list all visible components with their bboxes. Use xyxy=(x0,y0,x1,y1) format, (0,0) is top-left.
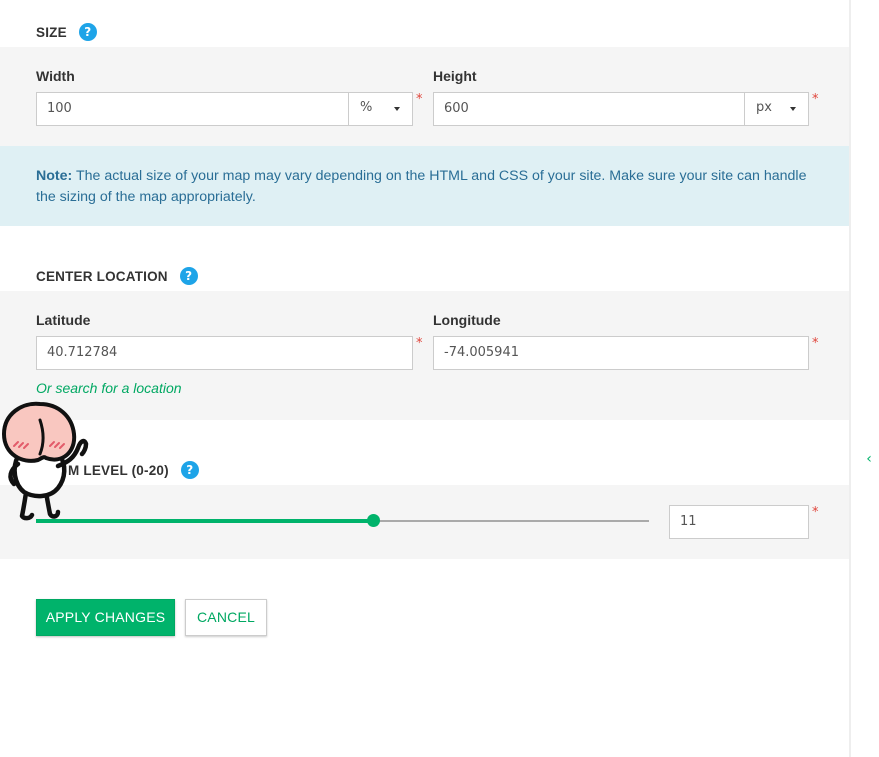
height-label: Height xyxy=(433,68,477,84)
size-heading-text: SIZE xyxy=(36,24,67,40)
height-unit-select[interactable]: px xyxy=(744,92,808,126)
center-section-heading: CENTER LOCATION ? xyxy=(36,267,198,285)
width-label: Width xyxy=(36,68,75,84)
panel-divider xyxy=(849,0,851,757)
center-heading-text: CENTER LOCATION xyxy=(36,268,168,284)
zoom-slider-track[interactable] xyxy=(36,514,649,527)
zoom-input[interactable]: 11 xyxy=(669,505,809,539)
center-fields-band: Latitude 40.712784 * Longitude -74.00594… xyxy=(0,291,850,420)
longitude-required-icon: * xyxy=(812,336,819,351)
latitude-label: Latitude xyxy=(36,312,91,328)
width-unit-select[interactable]: % xyxy=(348,92,412,126)
width-unit-value: % xyxy=(360,100,373,115)
size-fields-band: Width 100 % * Height 600 px * xyxy=(0,47,850,146)
caret-down-icon xyxy=(790,107,796,111)
latitude-value: 40.712784 xyxy=(47,345,118,360)
width-value: 100 xyxy=(47,101,72,116)
height-unit-value: px xyxy=(756,100,772,115)
zoom-help-icon[interactable]: ? xyxy=(180,461,199,479)
zoom-value: 11 xyxy=(680,514,697,529)
longitude-input[interactable]: -74.005941 xyxy=(433,336,809,370)
height-required-icon: * xyxy=(812,92,819,107)
note-text: The actual size of your map may vary dep… xyxy=(36,168,807,205)
apply-changes-button[interactable]: APPLY CHANGES xyxy=(36,599,175,636)
size-section-heading: SIZE ? xyxy=(36,23,97,41)
longitude-value: -74.005941 xyxy=(444,345,519,360)
width-input[interactable]: 100 % xyxy=(36,92,413,126)
width-required-icon: * xyxy=(416,92,423,107)
height-input[interactable]: 600 px xyxy=(433,92,809,126)
zoom-required-icon: * xyxy=(812,505,819,520)
longitude-label: Longitude xyxy=(433,312,501,328)
size-help-icon[interactable]: ? xyxy=(78,23,97,41)
note-prefix: Note: xyxy=(36,168,73,184)
cancel-button[interactable]: CANCEL xyxy=(185,599,267,636)
latitude-required-icon: * xyxy=(416,336,423,351)
latitude-input[interactable]: 40.712784 xyxy=(36,336,413,370)
center-help-icon[interactable]: ? xyxy=(179,267,198,285)
peach-sticker-icon xyxy=(1,401,89,521)
search-location-link[interactable]: Or search for a location xyxy=(36,380,182,396)
caret-down-icon xyxy=(394,107,400,111)
zoom-slider-handle[interactable] xyxy=(367,514,380,527)
map-settings-panel: SIZE ? Width 100 % * Height 600 px * Not… xyxy=(0,0,850,757)
size-note: Note: The actual size of your map may va… xyxy=(0,146,850,226)
collapse-panel-chevron-icon[interactable]: ‹ xyxy=(862,450,876,468)
height-value: 600 xyxy=(444,101,469,116)
